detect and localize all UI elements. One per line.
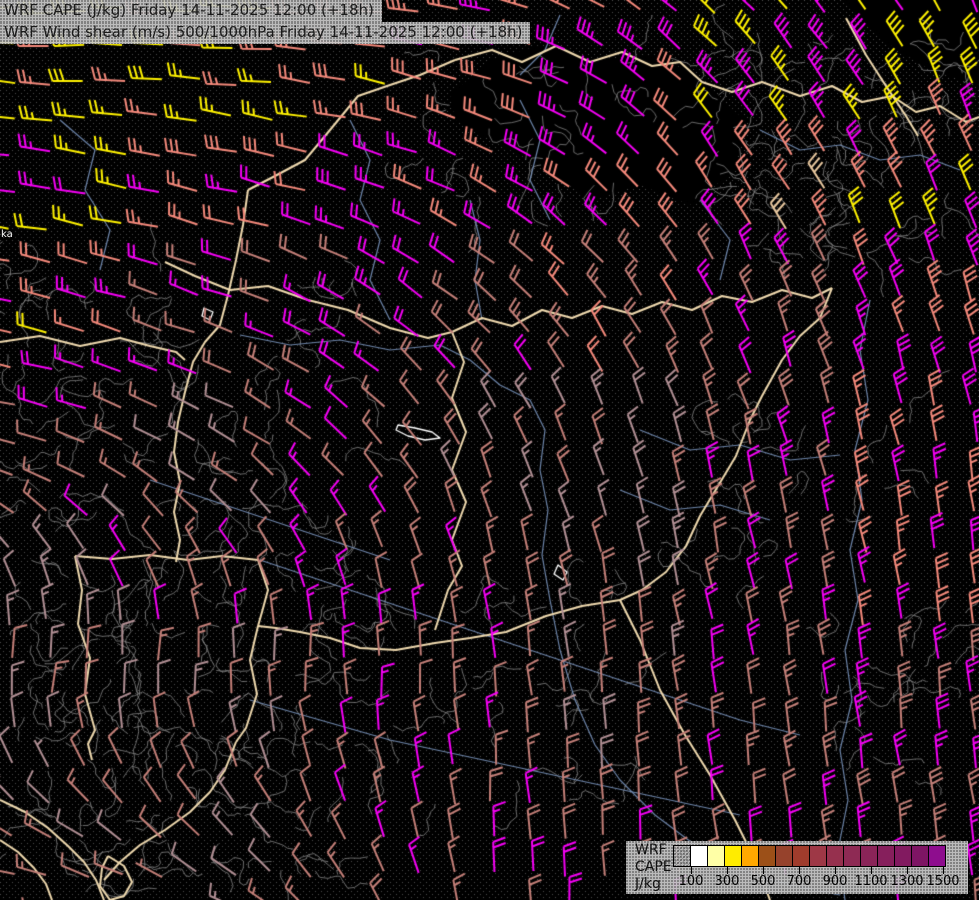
cape-color-cell-3 [724,845,742,867]
cape-tick-1100 [871,867,872,874]
cape-tick-100 [691,867,692,874]
legend-label-cape: CAPE [635,859,672,875]
cape-tick-1500 [943,867,944,874]
map-edge-label: ka [1,229,13,240]
title-cape: WRF CAPE (J/kg) Friday 14-11-2025 12:00 … [0,0,382,22]
cape-color-cell-11 [860,845,878,867]
cape-color-cell-6 [775,845,793,867]
cape-color-cell-14 [911,845,929,867]
cape-tick-900 [835,867,836,874]
cape-color-cell-5 [758,845,776,867]
cape-color-cell-8 [809,845,827,867]
cape-tick-300 [727,867,728,874]
cape-colorbar [673,845,946,867]
cape-tick-1300 [907,867,908,874]
cape-color-cell-10 [843,845,861,867]
weather-map-canvas [0,0,979,900]
cape-tick-500 [763,867,764,874]
cape-color-cell-12 [877,845,895,867]
title-wind-shear: WRF Wind shear (m/s) 500/1000hPa Friday … [0,22,531,44]
cape-legend: WRF CAPE J/kg 100 300 500 700 900 1100 1300 150… [626,841,968,894]
cape-color-cell-9 [826,845,844,867]
cape-color-cell-7 [792,845,810,867]
cape-color-cell-15 [928,845,946,867]
cape-legend-labels: WRF CAPE J/kg [635,842,672,893]
cape-color-cell-1 [690,845,708,867]
cape-tick-700 [799,867,800,874]
cape-color-cell-4 [741,845,759,867]
cape-color-cell-13 [894,845,912,867]
legend-label-wrf: WRF [635,842,667,858]
legend-label-unit: J/kg [635,876,661,892]
cape-color-cell-0 [673,845,691,867]
cape-tick-label: 1500 [926,874,960,889]
cape-color-cell-2 [707,845,725,867]
